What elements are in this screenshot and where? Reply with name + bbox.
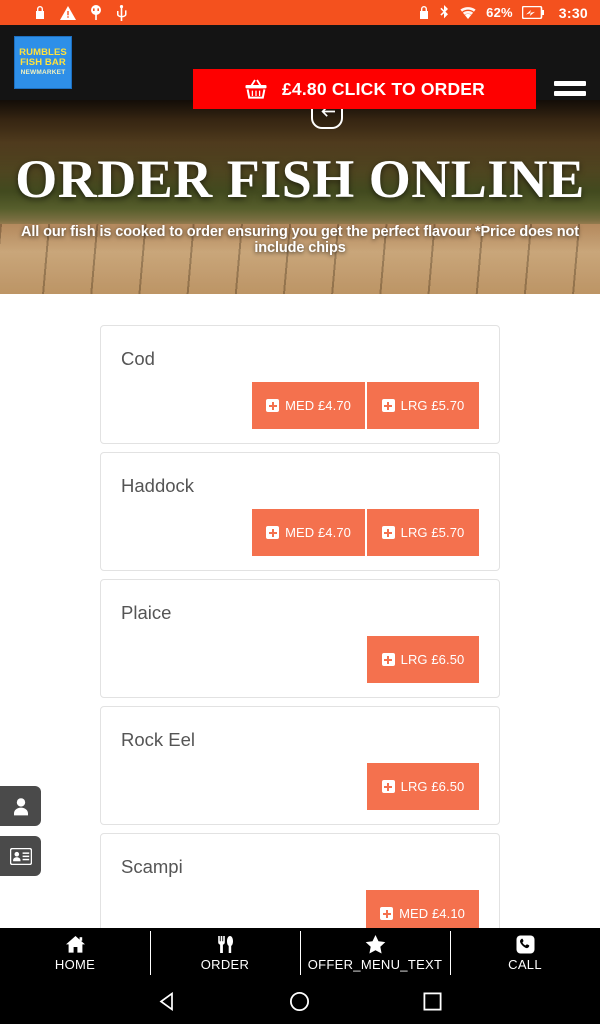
nav-label: HOME bbox=[54, 956, 96, 972]
menu-item-actions: MED £4.10 bbox=[366, 890, 479, 928]
plus-icon bbox=[266, 526, 280, 539]
phone-icon bbox=[516, 935, 534, 953]
contact-card-icon bbox=[9, 847, 32, 865]
status-bar-right-icons: 62% 3:30 bbox=[418, 4, 588, 21]
menu-item-card: Cod MED £4.70 LRG £5.70 bbox=[100, 325, 500, 444]
price-option-label: LRG £5.70 bbox=[400, 398, 465, 413]
page-title: ORDER FISH ONLINE bbox=[15, 149, 585, 209]
status-bar-left-icons bbox=[34, 4, 127, 21]
plus-icon bbox=[381, 780, 395, 793]
price-option-label: LRG £5.70 bbox=[400, 525, 465, 540]
android-system-bar bbox=[0, 978, 600, 1024]
click-to-order-button[interactable]: £4.80 CLICK TO ORDER bbox=[193, 69, 536, 109]
menu-item-actions: MED £4.70 LRG £5.70 bbox=[252, 509, 479, 556]
nav-item-offers[interactable]: OFFER_MENU_TEXT bbox=[300, 928, 450, 978]
menu-list[interactable]: Cod MED £4.70 LRG £5.70 Haddock MED £4.7… bbox=[0, 294, 600, 928]
menu-item-actions: LRG £6.50 bbox=[367, 636, 479, 683]
status-bar: 62% 3:30 bbox=[0, 0, 600, 25]
menu-item-name: Scampi bbox=[121, 856, 183, 877]
status-bar-clock: 3:30 bbox=[558, 4, 588, 21]
menu-item-card: Haddock MED £4.70 LRG £5.70 bbox=[100, 452, 500, 571]
home-icon bbox=[65, 935, 85, 953]
menu-item-name: Plaice bbox=[121, 602, 172, 623]
plus-icon bbox=[381, 399, 395, 412]
menu-item-name: Rock Eel bbox=[121, 729, 196, 750]
menu-item-card: Plaice LRG £6.50 bbox=[100, 579, 500, 698]
battery-charging-icon bbox=[521, 6, 544, 19]
battery-percent: 62% bbox=[486, 5, 513, 20]
nav-label: CALL bbox=[508, 956, 542, 972]
home-circle-icon bbox=[289, 991, 310, 1011]
logo-line-3: NEWMARKET bbox=[20, 69, 66, 77]
cutlery-icon bbox=[217, 935, 233, 953]
hamburger-icon[interactable] bbox=[554, 77, 586, 99]
menu-item-actions: MED £4.70 LRG £5.70 bbox=[252, 382, 479, 429]
usb-icon bbox=[117, 4, 127, 21]
menu-item-actions: LRG £6.50 bbox=[367, 763, 479, 810]
price-option-label: MED £4.10 bbox=[399, 906, 465, 921]
user-icon bbox=[13, 797, 28, 815]
nav-item-home[interactable]: HOME bbox=[0, 928, 150, 978]
contact-side-tab[interactable] bbox=[0, 836, 41, 876]
plus-icon bbox=[266, 399, 280, 412]
lock-icon bbox=[36, 6, 44, 19]
site-logo[interactable]: RUMBLES FISH BAR NEWMARKET bbox=[14, 36, 72, 89]
nav-item-order[interactable]: ORDER bbox=[150, 928, 300, 978]
add-to-order-button[interactable]: LRG £6.50 bbox=[367, 636, 479, 683]
menu-item-card: Scampi MED £4.10 bbox=[100, 833, 500, 928]
plus-icon bbox=[381, 526, 395, 539]
menu-item-name: Cod bbox=[121, 348, 155, 369]
warning-icon bbox=[60, 5, 76, 20]
add-to-order-button[interactable]: MED £4.10 bbox=[366, 890, 479, 928]
plus-icon bbox=[380, 907, 394, 920]
add-to-order-button[interactable]: LRG £5.70 bbox=[367, 509, 479, 556]
hero-subtitle: All our fish is cooked to order ensuring… bbox=[21, 224, 579, 256]
add-to-order-button[interactable]: MED £4.70 bbox=[252, 382, 365, 429]
menu-item-card: Rock Eel LRG £6.50 bbox=[100, 706, 500, 825]
price-option-label: MED £4.70 bbox=[285, 525, 351, 540]
back-triangle-icon bbox=[159, 991, 173, 1011]
recents-square-icon bbox=[423, 991, 442, 1011]
recents-button-system[interactable] bbox=[423, 991, 442, 1011]
logo-line-2: FISH BAR bbox=[20, 57, 66, 69]
plus-icon bbox=[381, 653, 395, 666]
back-button-system[interactable] bbox=[158, 991, 176, 1011]
bluetooth-icon bbox=[440, 4, 449, 18]
lock-icon bbox=[420, 6, 429, 19]
price-option-label: MED £4.70 bbox=[285, 398, 351, 413]
add-to-order-button[interactable]: LRG £6.50 bbox=[367, 763, 479, 810]
account-side-tab[interactable] bbox=[0, 786, 41, 826]
basket-icon bbox=[245, 79, 267, 99]
nav-label: OFFER_MENU_TEXT bbox=[307, 956, 443, 972]
wifi-icon bbox=[460, 6, 476, 19]
plug-icon bbox=[91, 5, 101, 20]
side-tab-group bbox=[0, 786, 41, 886]
star-icon bbox=[365, 934, 385, 953]
add-to-order-button[interactable]: LRG £5.70 bbox=[367, 382, 479, 429]
home-button-system[interactable] bbox=[289, 991, 310, 1012]
add-to-order-button[interactable]: MED £4.70 bbox=[252, 509, 365, 556]
app-header: RUMBLES FISH BAR NEWMARKET £4.80 CLICK T… bbox=[0, 25, 600, 109]
price-option-label: LRG £6.50 bbox=[400, 652, 465, 667]
nav-label: ORDER bbox=[200, 956, 250, 972]
hamburger-bar bbox=[554, 80, 586, 86]
nav-item-call[interactable]: CALL bbox=[450, 928, 600, 978]
bottom-navigation: HOME ORDER OFFER_MENU_TEXT CALL bbox=[0, 928, 600, 978]
price-option-label: LRG £6.50 bbox=[400, 779, 465, 794]
hero-banner: ORDER FISH ONLINE All our fish is cooked… bbox=[0, 100, 600, 294]
order-button-label: £4.80 CLICK TO ORDER bbox=[281, 78, 486, 99]
hamburger-bar bbox=[554, 90, 586, 96]
menu-item-name: Haddock bbox=[121, 475, 195, 496]
